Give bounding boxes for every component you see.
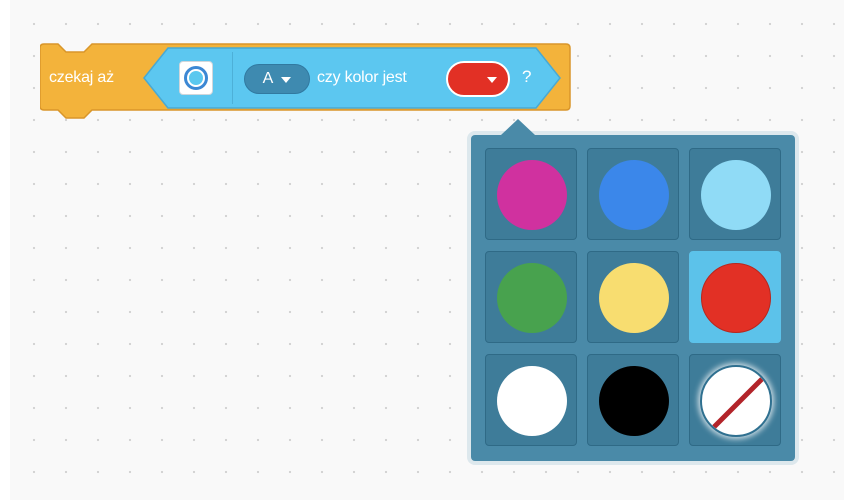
sensor-ring bbox=[184, 66, 208, 90]
color-dot-blue bbox=[599, 160, 669, 230]
color-palette-popup bbox=[471, 119, 795, 461]
color-dot-white bbox=[497, 366, 567, 436]
popup-arrow bbox=[501, 119, 535, 135]
swatch-blue[interactable] bbox=[587, 148, 679, 240]
swatch-white[interactable] bbox=[485, 354, 577, 446]
swatch-no-color[interactable] bbox=[689, 354, 781, 446]
no-color-icon bbox=[700, 365, 772, 437]
swatch-light-blue[interactable] bbox=[689, 148, 781, 240]
color-dot-green bbox=[497, 263, 567, 333]
color-dot-yellow bbox=[599, 263, 669, 333]
color-dot-red bbox=[701, 263, 771, 333]
swatch-magenta[interactable] bbox=[485, 148, 577, 240]
sensor-core bbox=[189, 71, 203, 85]
color-dropdown[interactable] bbox=[446, 61, 510, 97]
swatch-green[interactable] bbox=[485, 251, 577, 343]
port-value: A bbox=[262, 70, 274, 87]
swatch-yellow[interactable] bbox=[587, 251, 679, 343]
color-sensor-icon bbox=[179, 61, 213, 95]
divider bbox=[232, 52, 233, 104]
port-dropdown[interactable]: A bbox=[244, 64, 310, 94]
swatch-red-selected[interactable] bbox=[689, 251, 781, 343]
chevron-down-icon bbox=[281, 77, 292, 83]
color-dot-magenta bbox=[497, 160, 567, 230]
chevron-down-icon bbox=[487, 77, 497, 83]
color-dot-light-blue bbox=[701, 160, 771, 230]
swatch-black[interactable] bbox=[587, 354, 679, 446]
color-question-label: czy kolor jest bbox=[317, 69, 407, 86]
wait-until-block[interactable]: czekaj aż A czy kolor jest ? bbox=[40, 40, 572, 126]
question-mark-label: ? bbox=[522, 67, 532, 86]
color-dot-black bbox=[599, 366, 669, 436]
